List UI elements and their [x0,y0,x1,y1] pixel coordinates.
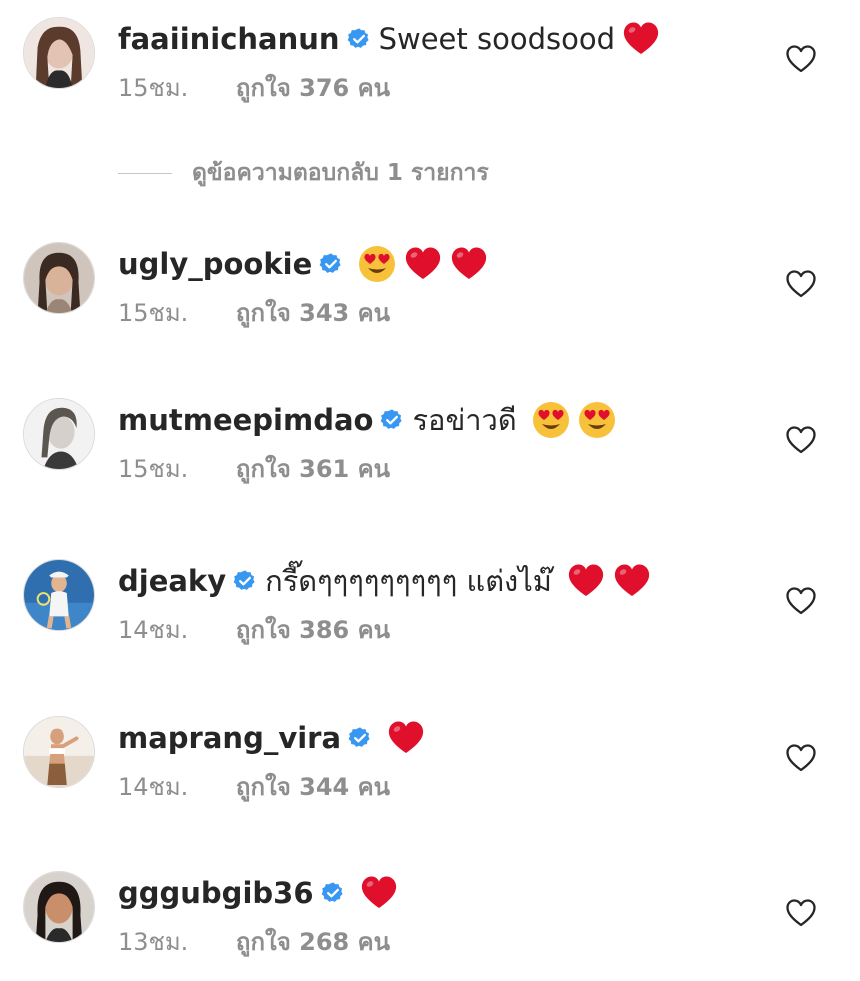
comment-item: maprang_vira 14ชม. ถูกใจ 344 คน [0,716,860,826]
heart-eyes-emoji [577,400,617,440]
verified-badge-icon [348,726,372,750]
like-heart-icon[interactable] [785,44,817,74]
avatar[interactable] [23,398,95,470]
comment-item: ugly_pookie 15ชม. ถูกใจ 343 คน [0,242,860,352]
like-count[interactable]: ถูกใจ 268 คน [236,927,390,957]
comment-timestamp: 14ชม. [118,773,189,801]
avatar[interactable] [23,716,95,788]
red-heart-emoji [403,244,443,284]
comment-timestamp: 15ชม. [118,299,189,327]
comment-timestamp: 13ชม. [118,928,189,956]
red-heart-emoji [359,873,399,913]
verified-badge-icon [321,881,345,905]
view-replies-button[interactable]: ดูข้อความตอบกลับ 1 รายการ [118,156,489,190]
comment-username[interactable]: maprang_vira [118,716,341,760]
red-heart-emoji [612,561,652,601]
comment-username[interactable]: faaiinichanun [118,17,340,61]
comment-username[interactable]: mutmeepimdao [118,398,373,442]
avatar[interactable] [23,242,95,314]
red-heart-emoji [621,19,661,59]
avatar[interactable] [23,871,95,943]
verified-badge-icon [233,569,257,593]
view-replies-label: ดูข้อความตอบกลับ 1 รายการ [192,160,489,186]
comment-item: djeaky กรี๊ดๆๆๆๆๆๆๆๆๆ แต่งไม๊ 14ชม. ถูกใ… [0,559,860,669]
comment-item: gggubgib36 13ชม. ถูกใจ 268 คน [0,871,860,981]
like-count[interactable]: ถูกใจ 361 คน [236,454,390,484]
red-heart-emoji [386,718,426,758]
like-heart-icon[interactable] [785,586,817,616]
comment-text: Sweet soodsood [378,22,615,56]
comment-item: mutmeepimdao รอข่าวดี 15ชม. ถูกใจ 361 คน [0,398,860,508]
avatar[interactable] [23,17,95,89]
red-heart-emoji [566,561,606,601]
heart-eyes-emoji [357,244,397,284]
avatar[interactable] [23,559,95,631]
like-count[interactable]: ถูกใจ 344 คน [236,772,390,802]
comment-timestamp: 15ชม. [118,74,189,102]
like-heart-icon[interactable] [785,425,817,455]
like-heart-icon[interactable] [785,269,817,299]
comment-item: faaiinichanun Sweet soodsood 15ชม. ถูกใจ… [0,17,860,127]
view-replies-divider [118,172,172,174]
comment-username[interactable]: djeaky [118,559,226,603]
comment-text: รอข่าวดี [412,403,517,437]
comment-timestamp: 15ชม. [118,455,189,483]
like-heart-icon[interactable] [785,743,817,773]
like-count[interactable]: ถูกใจ 343 คน [236,298,390,328]
like-heart-icon[interactable] [785,898,817,928]
comment-timestamp: 14ชม. [118,616,189,644]
comment-username[interactable]: gggubgib36 [118,871,314,915]
verified-badge-icon [347,27,371,51]
comment-text: กรี๊ดๆๆๆๆๆๆๆๆๆ แต่งไม๊ [265,564,552,598]
comments-list: faaiinichanun Sweet soodsood 15ชม. ถูกใจ… [0,0,860,981]
comment-username[interactable]: ugly_pookie [118,242,312,286]
like-count[interactable]: ถูกใจ 376 คน [236,73,390,103]
verified-badge-icon [319,252,343,276]
heart-eyes-emoji [531,400,571,440]
like-count[interactable]: ถูกใจ 386 คน [236,615,390,645]
verified-badge-icon [380,408,404,432]
red-heart-emoji [449,244,489,284]
